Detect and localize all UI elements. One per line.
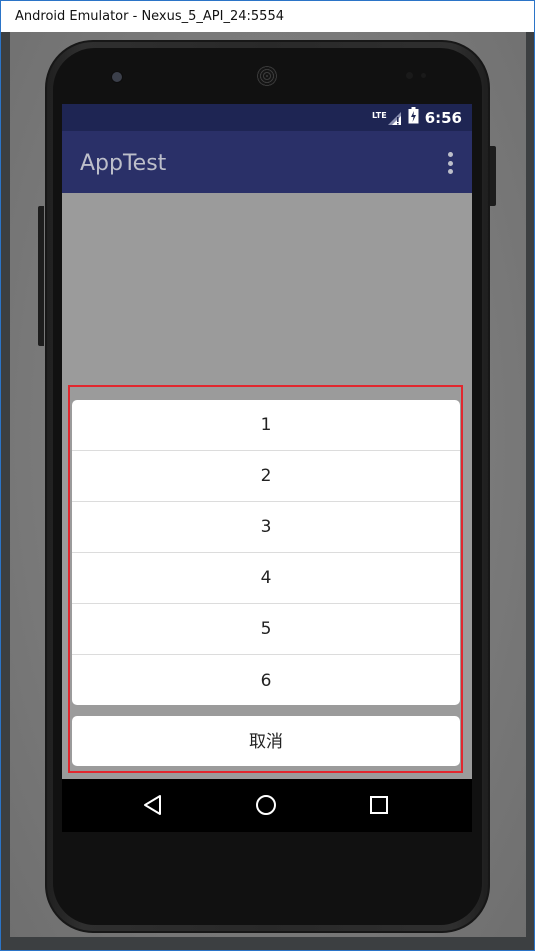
- back-icon[interactable]: [138, 790, 168, 820]
- volume-button[interactable]: [38, 206, 44, 346]
- proximity-sensor-icon: [406, 72, 413, 79]
- light-sensor-icon: [421, 73, 426, 78]
- ide-left-strip: [1, 32, 10, 937]
- ide-right-strip: [526, 32, 534, 937]
- action-sheet-item-2[interactable]: 2: [72, 451, 460, 502]
- app-bar: AppTest: [62, 131, 472, 193]
- app-title: AppTest: [80, 151, 167, 176]
- network-type-label: LTE: [371, 110, 387, 120]
- cancel-button[interactable]: 取消: [72, 716, 460, 766]
- status-icons: LTE 6:56: [371, 107, 462, 129]
- power-button[interactable]: [490, 146, 496, 206]
- window-titlebar[interactable]: Android Emulator - Nexus_5_API_24:5554: [1, 1, 534, 32]
- ide-bottom-strip: [1, 937, 534, 950]
- action-sheet-item-6[interactable]: 6: [72, 655, 460, 705]
- action-sheet-options: 1 2 3 4 5 6: [72, 400, 460, 705]
- lte-signal-icon: LTE: [371, 110, 402, 125]
- recents-icon[interactable]: [364, 790, 394, 820]
- action-sheet-item-3[interactable]: 3: [72, 502, 460, 553]
- navigation-bar: [62, 779, 472, 832]
- action-sheet-item-4[interactable]: 4: [72, 553, 460, 604]
- status-bar: LTE 6:56: [62, 104, 472, 131]
- action-sheet-item-5[interactable]: 5: [72, 604, 460, 655]
- window-title: Android Emulator - Nexus_5_API_24:5554: [15, 9, 284, 24]
- home-icon[interactable]: [251, 790, 281, 820]
- front-camera-icon: [111, 71, 123, 83]
- battery-charging-icon: [408, 107, 419, 129]
- clock: 6:56: [424, 109, 462, 127]
- earpiece-speaker-icon: [257, 66, 277, 86]
- more-vert-icon[interactable]: [446, 152, 454, 174]
- action-sheet-item-1[interactable]: 1: [72, 400, 460, 451]
